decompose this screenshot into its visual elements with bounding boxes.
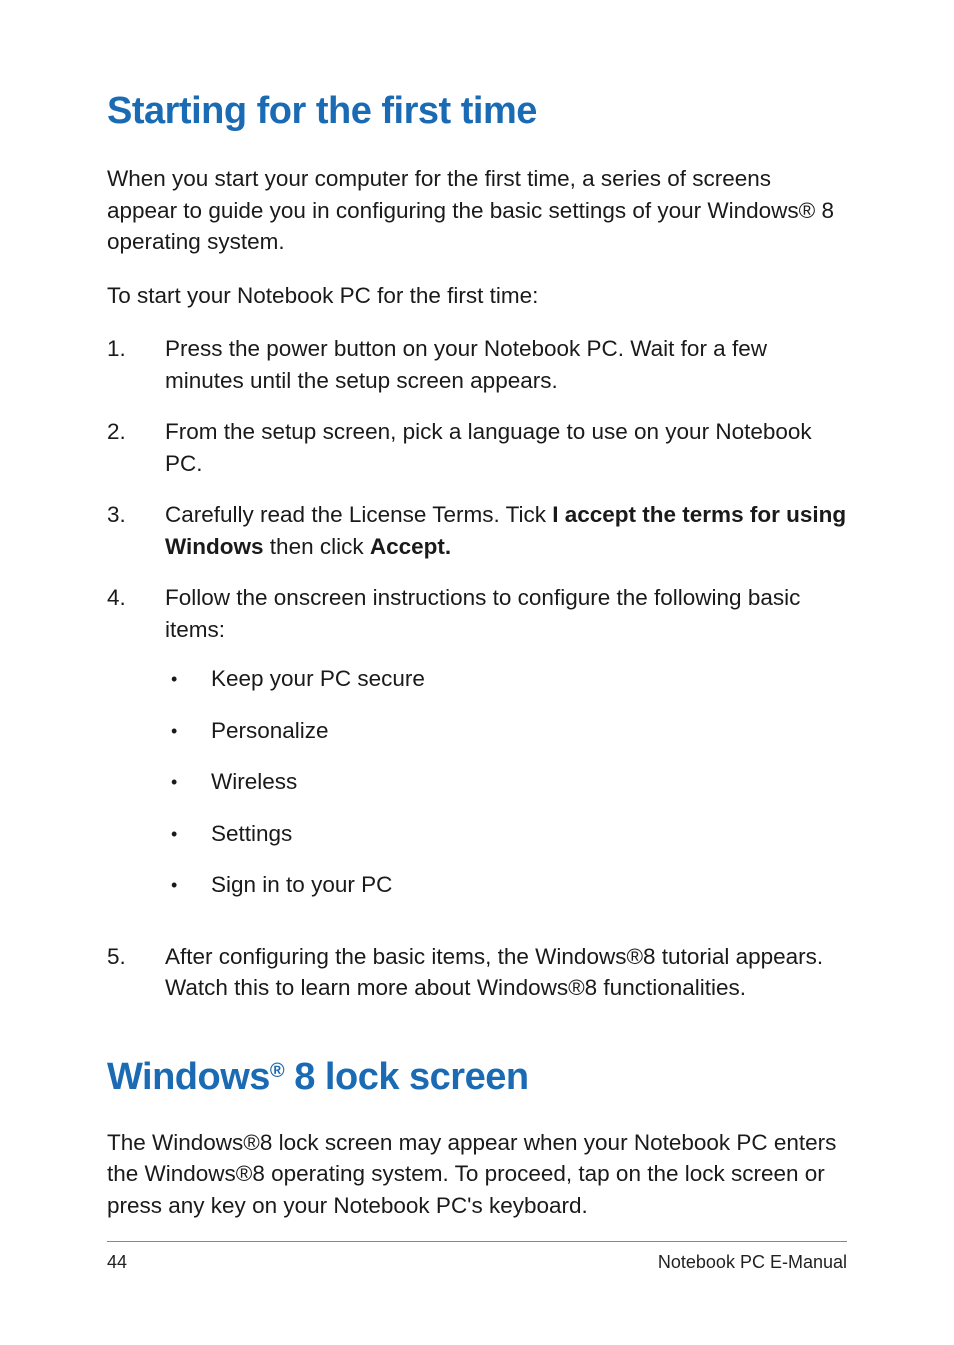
intro-paragraph: When you start your computer for the fir… [107, 163, 847, 258]
bullet-item: • Wireless [165, 766, 847, 798]
bullet-icon: • [165, 715, 211, 747]
step-text: Follow the onscreen instructions to conf… [165, 582, 847, 921]
bullet-text: Settings [211, 818, 847, 850]
bullet-item: • Settings [165, 818, 847, 850]
page-number: 44 [107, 1252, 127, 1273]
step-number: 4. [107, 582, 165, 921]
bullet-icon: • [165, 663, 211, 695]
bullet-icon: • [165, 869, 211, 901]
bullet-list: • Keep your PC secure • Personalize • Wi… [165, 663, 847, 901]
registered-icon: ® [270, 1060, 284, 1082]
step-number: 3. [107, 499, 165, 562]
step-text: Carefully read the License Terms. Tick I… [165, 499, 847, 562]
step-2: 2. From the setup screen, pick a languag… [107, 416, 847, 479]
heading-starting: Starting for the first time [107, 90, 847, 133]
step-number: 1. [107, 333, 165, 396]
step-bold-2: Accept. [370, 534, 451, 559]
step-text: Press the power button on your Notebook … [165, 333, 847, 396]
step-text: After configuring the basic items, the W… [165, 941, 847, 1004]
heading2-post: 8 lock screen [284, 1056, 528, 1098]
step-number: 2. [107, 416, 165, 479]
step-4-text: Follow the onscreen instructions to conf… [165, 585, 800, 642]
bullet-item: • Sign in to your PC [165, 869, 847, 901]
heading2-pre: Windows [107, 1056, 270, 1098]
step-mid: then click [264, 534, 370, 559]
step-number: 5. [107, 941, 165, 1004]
step-3: 3. Carefully read the License Terms. Tic… [107, 499, 847, 562]
steps-list: 1. Press the power button on your Notebo… [107, 333, 847, 1004]
step-prefix: Carefully read the License Terms. Tick [165, 502, 552, 527]
lock-screen-paragraph: The Windows®8 lock screen may appear whe… [107, 1127, 847, 1222]
bullet-text: Personalize [211, 715, 847, 747]
lead-paragraph: To start your Notebook PC for the first … [107, 280, 847, 312]
bullet-text: Keep your PC secure [211, 663, 847, 695]
bullet-icon: • [165, 766, 211, 798]
step-1: 1. Press the power button on your Notebo… [107, 333, 847, 396]
step-text: From the setup screen, pick a language t… [165, 416, 847, 479]
bullet-text: Sign in to your PC [211, 869, 847, 901]
step-4: 4. Follow the onscreen instructions to c… [107, 582, 847, 921]
page-footer: 44 Notebook PC E-Manual [107, 1241, 847, 1273]
bullet-icon: • [165, 818, 211, 850]
heading-lock-screen: Windows® 8 lock screen [107, 1056, 847, 1099]
bullet-item: • Keep your PC secure [165, 663, 847, 695]
manual-title: Notebook PC E-Manual [658, 1252, 847, 1273]
bullet-item: • Personalize [165, 715, 847, 747]
step-5: 5. After configuring the basic items, th… [107, 941, 847, 1004]
bullet-text: Wireless [211, 766, 847, 798]
